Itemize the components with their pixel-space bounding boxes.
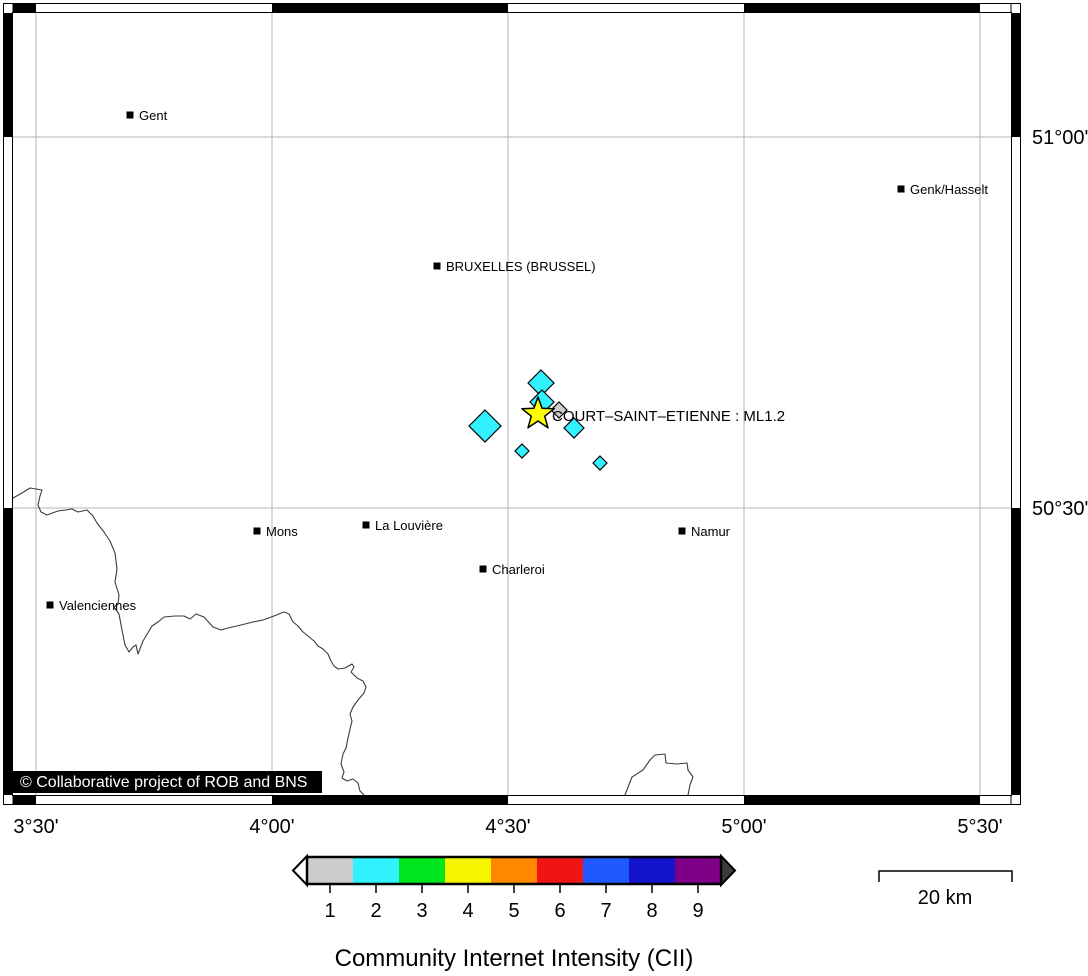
scale-bar: 20 km bbox=[879, 871, 1012, 909]
colorbar-segment bbox=[583, 857, 629, 884]
city-label: Namur bbox=[691, 524, 731, 539]
city-square-icon bbox=[127, 112, 134, 119]
city-square-icon bbox=[363, 522, 370, 529]
cii-intensity-map-figure: COURT–SAINT–ETIENNE : ML1.2 Gent Genk/Has… bbox=[0, 0, 1088, 976]
colorbar-segments: 1 2 3 4 5 6 7 8 9 bbox=[307, 857, 721, 922]
colorbar-segment bbox=[491, 857, 537, 884]
colorbar-segment bbox=[675, 857, 721, 884]
city-label: BRUXELLES (BRUSSEL) bbox=[446, 259, 596, 274]
axis-label-latitude: 51°00' bbox=[1032, 127, 1088, 149]
colorbar-segment bbox=[307, 857, 353, 884]
axis-label-longitude: 4°00' bbox=[249, 816, 294, 838]
city-label: Valenciennes bbox=[59, 598, 137, 613]
city-label: La Louvière bbox=[375, 518, 443, 533]
colorbar-segment bbox=[537, 857, 583, 884]
axis-label-longitude: 3°30' bbox=[13, 816, 58, 838]
city-square-icon bbox=[898, 186, 905, 193]
copyright-box: © Collaborative project of ROB and BNS bbox=[13, 771, 322, 793]
colorbar-value: 6 bbox=[554, 900, 565, 922]
city-square-icon bbox=[480, 566, 487, 573]
scale-bar-bracket bbox=[879, 871, 1012, 882]
colorbar-segment bbox=[629, 857, 675, 884]
colorbar-segment bbox=[399, 857, 445, 884]
colorbar-value: 3 bbox=[416, 900, 427, 922]
city-label: Charleroi bbox=[492, 562, 545, 577]
colorbar-value: 7 bbox=[600, 900, 611, 922]
city-marker: La Louvière bbox=[363, 518, 443, 533]
colorbar-value: 8 bbox=[646, 900, 657, 922]
city-label: Genk/Hasselt bbox=[910, 182, 988, 197]
epicenter-label: COURT–SAINT–ETIENNE : ML1.2 bbox=[552, 408, 785, 425]
axis-label-latitude: 50°30' bbox=[1032, 498, 1088, 520]
colorbar-value: 1 bbox=[324, 900, 335, 922]
colorbar-segment bbox=[353, 857, 399, 884]
city-square-icon bbox=[679, 528, 686, 535]
colorbar-title: Community Internet Intensity (CII) bbox=[335, 945, 694, 972]
colorbar-value: 5 bbox=[508, 900, 519, 922]
axis-label-longitude: 5°00' bbox=[721, 816, 766, 838]
city-marker: BRUXELLES (BRUSSEL) bbox=[434, 259, 596, 274]
longitude-axis-labels: 3°30' 4°00' 4°30' 5°00' 5°30' bbox=[13, 816, 1002, 838]
colorbar-value: 9 bbox=[692, 900, 703, 922]
city-label: Gent bbox=[139, 108, 168, 123]
colorbar-value: 2 bbox=[370, 900, 381, 922]
axis-label-longitude: 5°30' bbox=[957, 816, 1002, 838]
axis-label-longitude: 4°30' bbox=[485, 816, 530, 838]
city-square-icon bbox=[254, 528, 261, 535]
city-square-icon bbox=[434, 263, 441, 270]
copyright-text: © Collaborative project of ROB and BNS bbox=[20, 774, 307, 791]
city-marker: Valenciennes bbox=[47, 598, 137, 613]
colorbar-right-arrow-icon bbox=[721, 856, 735, 885]
map-background bbox=[4, 4, 1021, 805]
scale-bar-label: 20 km bbox=[918, 887, 972, 909]
latitude-axis-labels: 51°00' 50°30' bbox=[1032, 127, 1088, 520]
colorbar-left-arrow-icon bbox=[293, 856, 307, 885]
colorbar-segment bbox=[445, 857, 491, 884]
colorbar-value: 4 bbox=[462, 900, 473, 922]
city-square-icon bbox=[47, 602, 54, 609]
map-canvas: COURT–SAINT–ETIENNE : ML1.2 Gent Genk/Has… bbox=[0, 0, 1088, 976]
city-marker: Genk/Hasselt bbox=[898, 182, 989, 197]
city-label: Mons bbox=[266, 524, 298, 539]
